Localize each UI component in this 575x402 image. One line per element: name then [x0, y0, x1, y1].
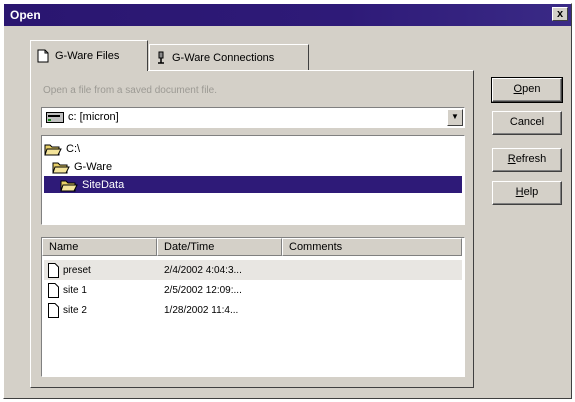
window-title: Open — [10, 8, 41, 22]
close-button[interactable]: x — [552, 7, 568, 21]
folder-item[interactable]: G-Ware — [52, 158, 112, 175]
hint-text: Open a file from a saved document file. — [43, 85, 217, 96]
open-folder-icon — [60, 180, 78, 191]
file-name: preset — [63, 264, 91, 276]
drive-icon — [46, 112, 64, 123]
document-icon — [37, 49, 49, 63]
column-header-name[interactable]: Name — [42, 238, 157, 256]
folder-item-selected[interactable]: SiteData — [44, 176, 462, 193]
column-header-datetime[interactable]: Date/Time — [157, 238, 282, 256]
folder-item[interactable]: C:\ — [44, 140, 80, 157]
file-icon — [48, 302, 59, 318]
help-button-text: elp — [523, 186, 539, 198]
file-datetime: 2/5/2002 12:09:... — [164, 284, 242, 296]
refresh-button[interactable]: Refresh — [492, 148, 562, 172]
file-row[interactable]: preset 2/4/2002 4:04:3... — [44, 260, 462, 280]
file-icon — [48, 282, 59, 298]
folder-label: SiteData — [82, 178, 125, 191]
open-folder-icon — [44, 144, 62, 155]
column-header-comments[interactable]: Comments — [282, 238, 462, 256]
tab-gware-connections[interactable]: G-Ware Connections — [149, 44, 309, 70]
open-button[interactable]: Open — [491, 77, 563, 103]
connection-icon — [158, 51, 164, 64]
file-icon — [48, 262, 59, 278]
open-dialog: Open x G-Ware Files G-Ware Connections O… — [3, 3, 572, 399]
tab-label: G-Ware Files — [55, 50, 120, 62]
folder-tree[interactable]: C:\ G-Ware SiteData — [41, 135, 465, 225]
title-bar[interactable]: Open x — [4, 4, 571, 26]
file-list[interactable]: Name Date/Time Comments preset 2/4/2002 … — [41, 237, 465, 377]
refresh-button-text: efresh — [515, 153, 547, 165]
tab-panel: Open a file from a saved document file. … — [30, 70, 474, 388]
file-row[interactable]: site 1 2/5/2002 12:09:... — [44, 280, 462, 300]
file-datetime: 1/28/2002 11:4... — [164, 304, 239, 316]
location-combo[interactable]: c: [micron] ▼ — [41, 107, 465, 128]
file-name: site 2 — [63, 304, 87, 316]
open-button-text: pen — [522, 83, 541, 95]
file-datetime: 2/4/2002 4:04:3... — [164, 264, 242, 276]
help-button-hotkey: H — [515, 186, 524, 198]
open-folder-icon — [52, 162, 70, 173]
tab-label: G-Ware Connections — [172, 51, 275, 64]
open-button-hotkey: O — [513, 83, 523, 95]
tab-gware-files[interactable]: G-Ware Files — [30, 40, 148, 71]
help-button[interactable]: Help — [492, 181, 562, 205]
refresh-button-hotkey: R — [507, 153, 516, 165]
file-name: site 1 — [63, 284, 87, 296]
cancel-button[interactable]: Cancel — [492, 111, 562, 135]
folder-label: G-Ware — [74, 160, 113, 173]
dropdown-arrow-icon[interactable]: ▼ — [447, 109, 463, 126]
folder-label: C:\ — [66, 142, 81, 155]
file-row[interactable]: site 2 1/28/2002 11:4... — [44, 300, 462, 320]
location-value: c: [micron] — [68, 111, 119, 123]
